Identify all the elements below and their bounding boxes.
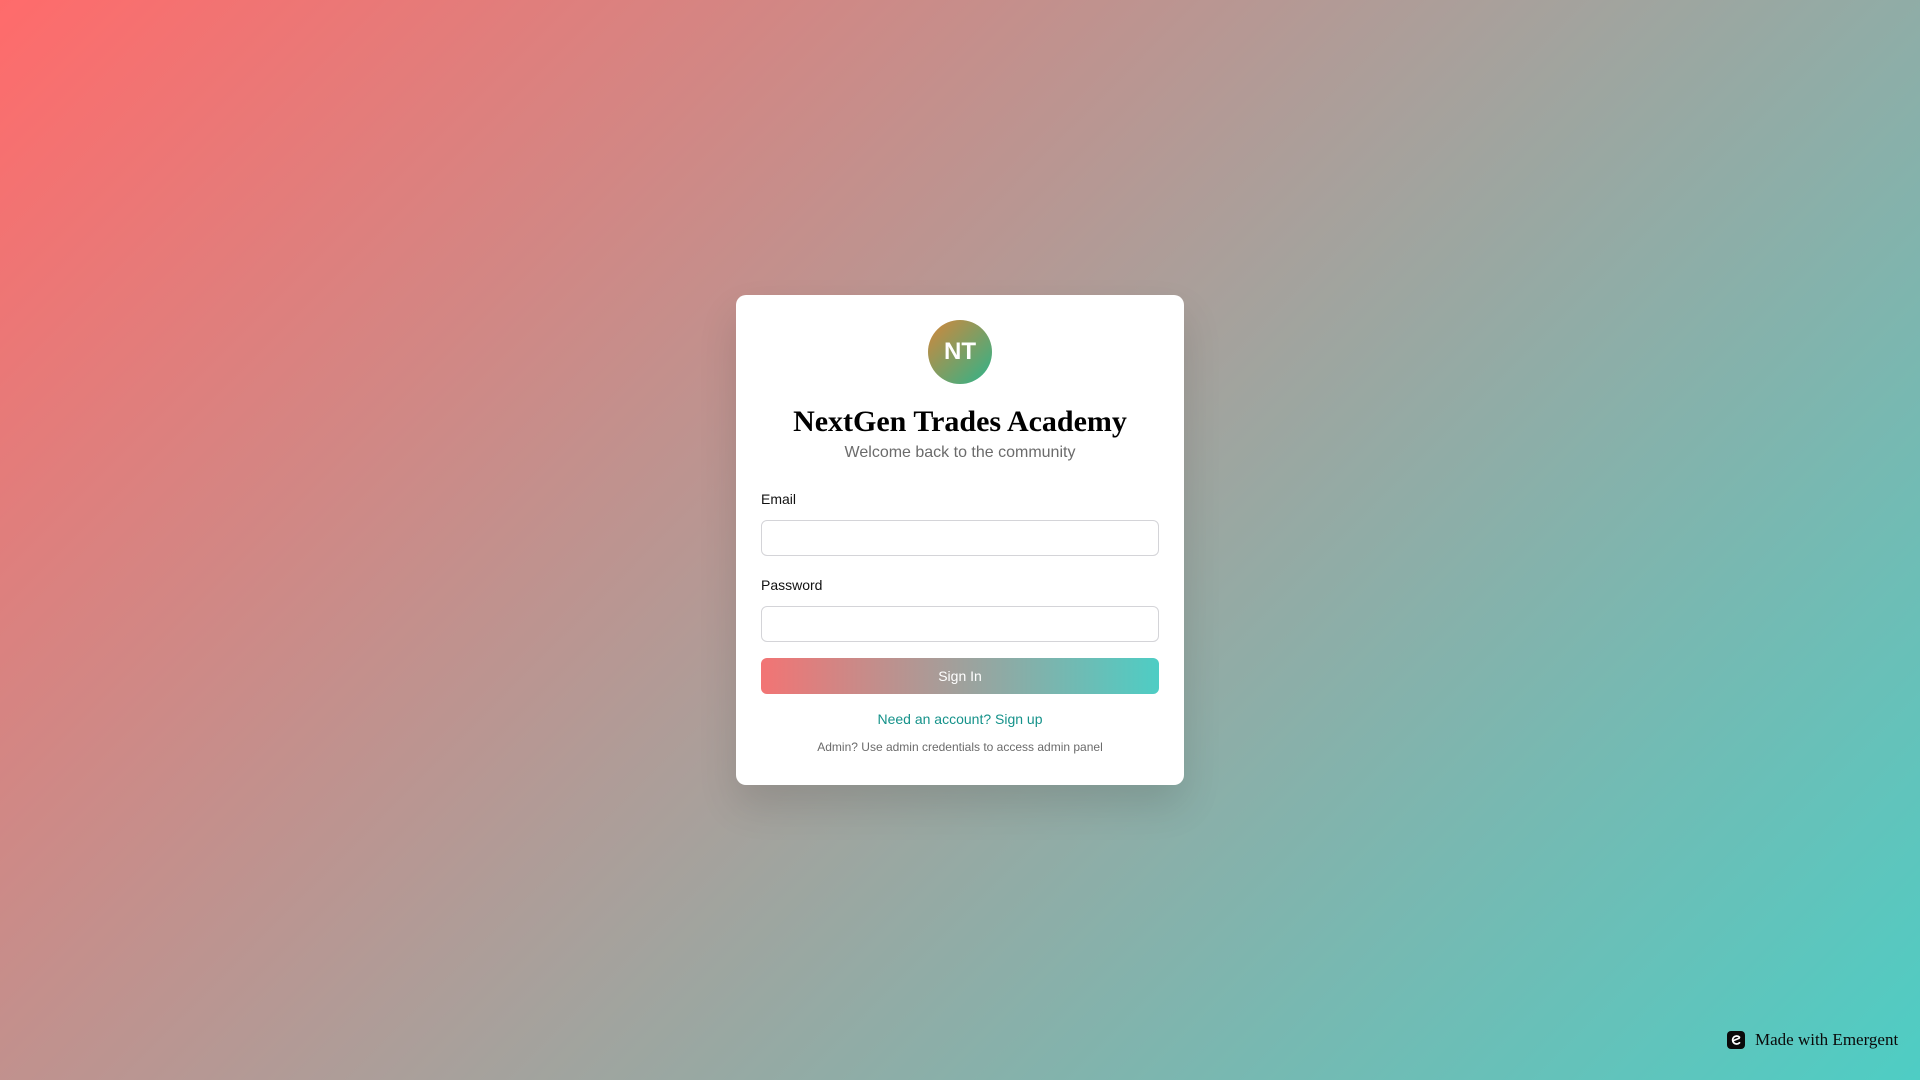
made-with-emergent-badge[interactable]: Made with Emergent (1727, 1030, 1898, 1050)
password-input[interactable] (761, 606, 1159, 642)
badge-text: Made with Emergent (1755, 1030, 1899, 1049)
sign-up-link[interactable]: Need an account? Sign up (761, 710, 1159, 728)
brand-logo: NT (928, 320, 992, 384)
admin-note: Admin? Use admin credentials to access a… (817, 740, 1103, 754)
emergent-logo-icon (1727, 1031, 1745, 1049)
page-subtitle: Welcome back to the community (844, 444, 1076, 461)
email-input[interactable] (761, 520, 1159, 556)
email-label: Email (761, 491, 797, 507)
login-card: NT NextGen Trades Academy Welcome back t… (736, 295, 1184, 785)
password-label: Password (761, 577, 823, 593)
page-title: NextGen Trades Academy (793, 405, 1127, 438)
sign-in-button[interactable]: Sign In (761, 658, 1159, 694)
logo-initials: NT (944, 338, 976, 365)
